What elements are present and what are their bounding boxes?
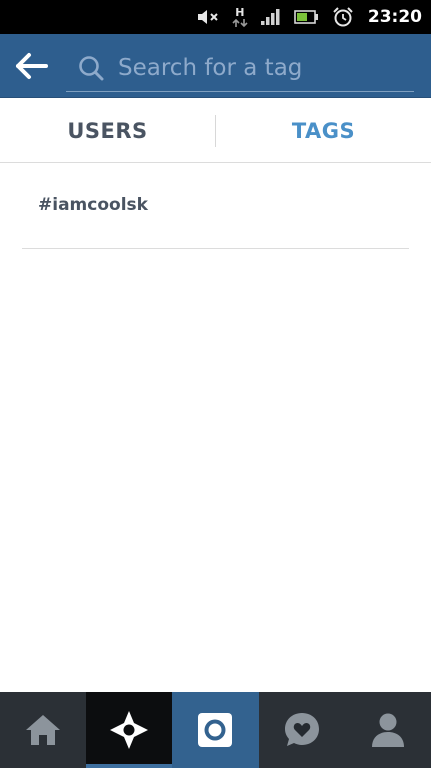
tab-users[interactable]: USERS (0, 99, 215, 162)
search-header (0, 34, 431, 98)
alarm-icon (332, 6, 354, 28)
nav-profile-button[interactable] (344, 692, 431, 768)
heart-bubble-icon (284, 713, 319, 746)
search-tabs: USERS TAGS (0, 99, 431, 163)
tab-tags[interactable]: TAGS (216, 99, 431, 162)
status-bar: H 23:20 (0, 0, 431, 34)
search-icon (79, 56, 104, 81)
explore-icon (110, 711, 149, 749)
tag-label: #iamcoolsk (38, 195, 148, 215)
network-type-label: H (235, 5, 245, 19)
status-time: 23:20 (367, 7, 422, 27)
bottom-nav (0, 692, 431, 768)
signal-icon (260, 8, 282, 26)
list-item[interactable]: #iamcoolsk (22, 163, 409, 249)
home-icon (26, 715, 61, 745)
nav-home-button[interactable] (0, 692, 87, 768)
nav-camera-button[interactable] (172, 692, 259, 768)
nav-news-button[interactable] (258, 692, 345, 768)
search-input[interactable] (118, 50, 408, 86)
search-bar (66, 46, 414, 92)
back-button[interactable] (12, 48, 52, 84)
nav-explore-button[interactable] (86, 692, 173, 768)
back-arrow-icon (16, 53, 48, 79)
tag-results-list: #iamcoolsk (0, 163, 431, 249)
active-tab-indicator (86, 764, 173, 768)
profile-icon (371, 713, 404, 747)
battery-icon (294, 9, 320, 25)
mute-icon (196, 8, 220, 26)
camera-icon (198, 713, 233, 747)
network-h-icon: H (232, 7, 248, 28)
